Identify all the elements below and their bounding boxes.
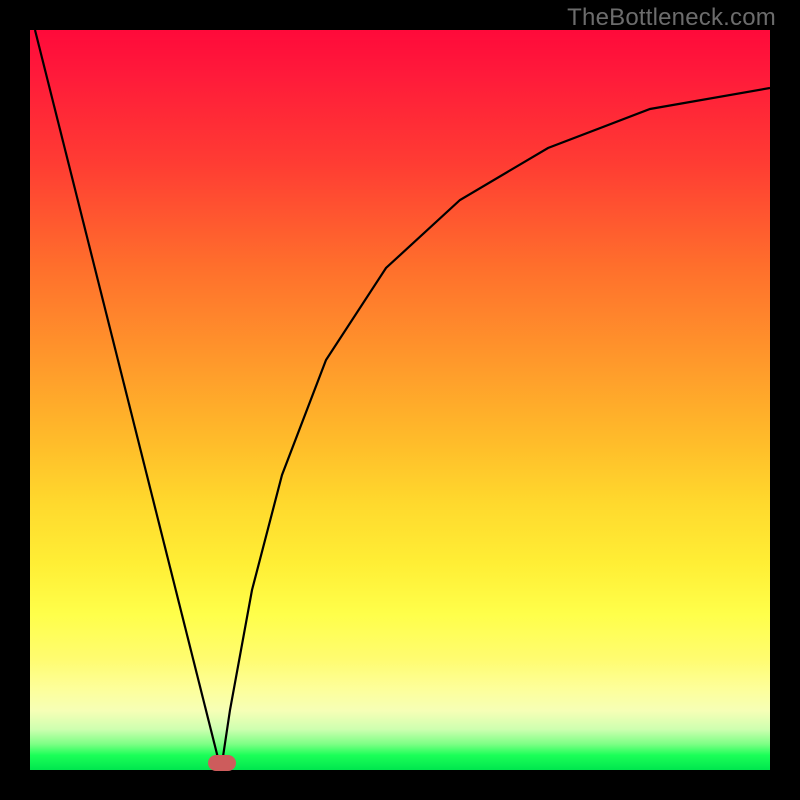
curve-left-branch	[35, 30, 221, 770]
curve-svg	[30, 30, 770, 770]
curve-right-branch	[221, 88, 770, 770]
chart-frame: TheBottleneck.com	[0, 0, 800, 800]
watermark-text: TheBottleneck.com	[567, 4, 776, 32]
plot-area	[30, 30, 770, 770]
bottleneck-marker	[208, 755, 236, 771]
